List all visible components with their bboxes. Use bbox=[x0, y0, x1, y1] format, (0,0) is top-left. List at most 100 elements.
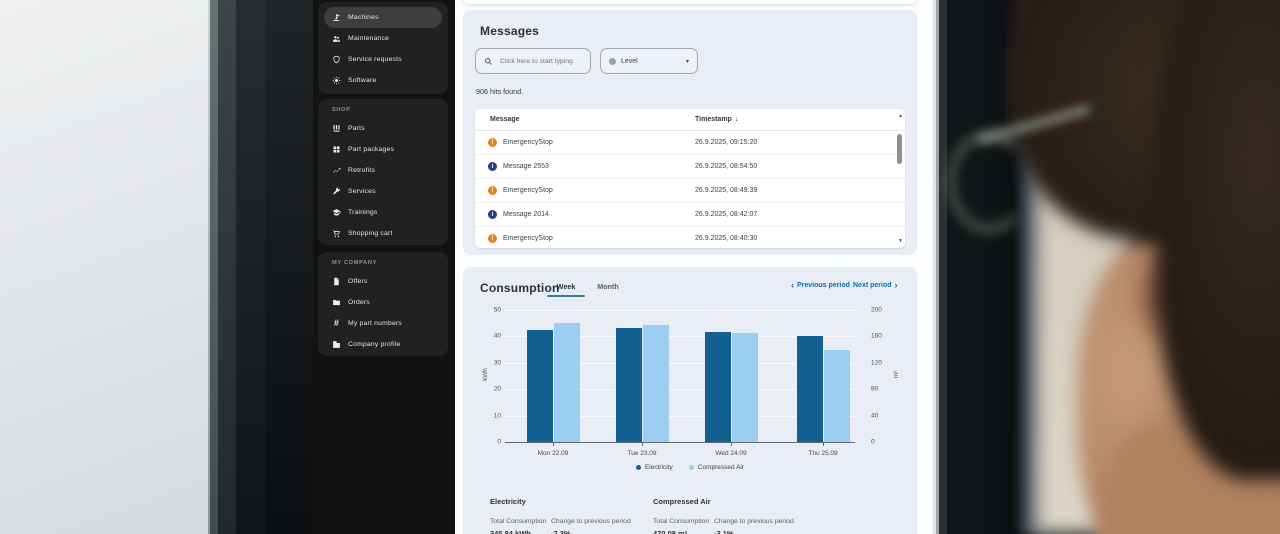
sidebar-item-offers[interactable]: Offers bbox=[324, 271, 442, 292]
sidebar-item-label: Retrofits bbox=[348, 167, 375, 174]
scrollbar-thumb[interactable] bbox=[897, 134, 902, 164]
y-tick-left: 0 bbox=[497, 439, 501, 446]
y-tick-left: 30 bbox=[494, 359, 501, 366]
y-tick-right: 200 bbox=[871, 307, 882, 314]
y-axis-right-unit: m³ bbox=[893, 371, 900, 378]
sort-desc-icon: ↓ bbox=[735, 116, 739, 123]
grad-cap-icon bbox=[332, 208, 341, 217]
sidebar-item-trainings[interactable]: Trainings bbox=[324, 202, 442, 223]
total-consumption-value: 470.08 m³ bbox=[653, 529, 714, 534]
bar-compressed-air bbox=[824, 350, 850, 442]
message-cell: EmergencyStop bbox=[503, 139, 553, 146]
warning-icon: ! bbox=[488, 234, 497, 243]
sidebar-item-label: Machines bbox=[348, 14, 379, 21]
column-timestamp-label: Timestamp bbox=[695, 116, 732, 123]
y-tick-left: 50 bbox=[494, 307, 501, 314]
sidebar-item-label: Company profile bbox=[348, 341, 401, 348]
app-screen: Machines Maintenance Service requests Softw… bbox=[313, 0, 935, 534]
table-header: Message Timestamp ↓ bbox=[475, 109, 905, 131]
table-row[interactable]: !EmergencyStop26.9.2025, 08:49:39 bbox=[475, 179, 905, 203]
legend-dot bbox=[636, 465, 641, 470]
chart-plot: Mon 22.09Tue 23.09Wed 24.09Thu 25.09 bbox=[505, 310, 855, 443]
sidebar-group-shop: SHOPPartsPart packagesRetrofitsServicesT… bbox=[318, 99, 448, 245]
level-icon bbox=[609, 58, 616, 65]
total-consumption-label: Total Consumption bbox=[490, 518, 551, 525]
message-table: Message Timestamp ↓ !EmergencyStop26.9.2… bbox=[475, 109, 905, 248]
sidebar-item-shopping-cart[interactable]: Shopping cart bbox=[324, 223, 442, 244]
bar-compressed-air bbox=[643, 325, 669, 442]
main-content: Messages Level ▾ 906 hits found. Message bbox=[455, 0, 935, 534]
timestamp-cell: 26.9.2025, 08:42:07 bbox=[695, 211, 757, 218]
bar-electricity bbox=[705, 332, 731, 442]
sidebar-group-my-company: MY COMPANYOffersOrders#My part numbersCo… bbox=[318, 252, 448, 356]
next-period-button[interactable]: Next period › bbox=[853, 282, 898, 289]
gridline bbox=[505, 310, 855, 311]
message-cell: EmergencyStop bbox=[503, 235, 553, 242]
previous-period-button[interactable]: ‹ Previous period bbox=[791, 282, 850, 289]
next-period-label: Next period bbox=[853, 282, 892, 289]
sidebar-item-company-profile[interactable]: Company profile bbox=[324, 334, 442, 355]
messages-title: Messages bbox=[480, 24, 539, 38]
table-row[interactable]: !EmergencyStop26.9.2025, 09:15:20 bbox=[475, 131, 905, 155]
sidebar-item-label: Shopping cart bbox=[348, 230, 393, 237]
scroll-down-icon[interactable]: ▼ bbox=[898, 238, 903, 244]
table-row[interactable]: ! EmergencyStop 26.9.2025, 08:40:30 bbox=[475, 227, 905, 248]
timestamp-cell: 26.9.2025, 08:40:30 bbox=[695, 235, 757, 242]
sidebar-item-parts[interactable]: Parts bbox=[324, 118, 442, 139]
y-tick-right: 0 bbox=[871, 439, 875, 446]
folder-icon bbox=[332, 298, 341, 307]
y-tick-right: 80 bbox=[871, 386, 878, 393]
gear-icon bbox=[332, 76, 341, 85]
robot-arm-icon bbox=[332, 13, 341, 22]
sidebar-item-label: Service requests bbox=[348, 56, 402, 63]
column-message: Message bbox=[490, 116, 520, 123]
search-input[interactable] bbox=[498, 57, 582, 66]
electricity-stats: Electricity Total Consumption Change to … bbox=[490, 497, 639, 534]
legend-dot bbox=[689, 465, 694, 470]
sidebar-item-label: Offers bbox=[348, 278, 368, 285]
stat-title: Electricity bbox=[490, 497, 639, 506]
sidebar-item-label: Parts bbox=[348, 125, 365, 132]
compressed-air-stats: Compressed Air Total Consumption Change … bbox=[653, 497, 802, 534]
sidebar-item-services[interactable]: Services bbox=[324, 181, 442, 202]
sidebar-item-orders[interactable]: Orders bbox=[324, 292, 442, 313]
sidebar-item-maintenance[interactable]: Maintenance bbox=[324, 28, 442, 49]
tab-month[interactable]: Month bbox=[591, 282, 625, 292]
grid-icon bbox=[332, 145, 341, 154]
y-tick-left: 10 bbox=[494, 412, 501, 419]
sidebar-item-machines[interactable]: Machines bbox=[324, 7, 442, 28]
column-timestamp[interactable]: Timestamp ↓ bbox=[695, 116, 738, 123]
level-filter-dropdown[interactable]: Level ▾ bbox=[600, 48, 698, 74]
consumption-card: Consumption Week Month ‹ Previous period… bbox=[463, 267, 917, 534]
change-value: -2.1% bbox=[714, 529, 802, 534]
sidebar-item-my-part-numbers[interactable]: #My part numbers bbox=[324, 313, 442, 334]
sidebar-item-software[interactable]: Software bbox=[324, 70, 442, 91]
scroll-up-icon[interactable]: ▲ bbox=[898, 113, 903, 119]
table-row[interactable]: iMessage 255326.9.2025, 08:54:50 bbox=[475, 155, 905, 179]
sidebar-item-label: Orders bbox=[348, 299, 370, 306]
category-label: Thu 25.09 bbox=[808, 450, 837, 457]
sidebar-item-service-requests[interactable]: Service requests bbox=[324, 49, 442, 70]
message-cell: EmergencyStop bbox=[503, 187, 553, 194]
chart-legend: ElectricityCompressed Air bbox=[463, 464, 917, 471]
level-label: Level bbox=[621, 58, 681, 65]
timestamp-cell: 26.9.2025, 08:49:39 bbox=[695, 187, 757, 194]
y-tick-right: 160 bbox=[871, 333, 882, 340]
file-text-icon bbox=[332, 277, 341, 286]
message-search-box[interactable] bbox=[475, 48, 591, 74]
legend-item-electricity: Electricity bbox=[636, 464, 673, 471]
tab-week[interactable]: Week bbox=[547, 282, 585, 292]
cart-icon bbox=[332, 229, 341, 238]
x-tick bbox=[642, 442, 643, 446]
messages-card: Messages Level ▾ 906 hits found. Message bbox=[463, 10, 917, 255]
info-icon: i bbox=[488, 162, 497, 171]
scene: Machines Maintenance Service requests Softw… bbox=[0, 0, 1280, 534]
sidebar-item-part-packages[interactable]: Part packages bbox=[324, 139, 442, 160]
change-value: -7.3% bbox=[551, 529, 639, 534]
y-tick-right: 120 bbox=[871, 359, 882, 366]
table-row[interactable]: iMessage 201426.9.2025, 08:42:07 bbox=[475, 203, 905, 227]
trend-up-icon bbox=[332, 166, 341, 175]
sidebar-item-label: Part packages bbox=[348, 146, 394, 153]
chevron-right-icon: › bbox=[895, 282, 898, 289]
sidebar-item-retrofits[interactable]: Retrofits bbox=[324, 160, 442, 181]
